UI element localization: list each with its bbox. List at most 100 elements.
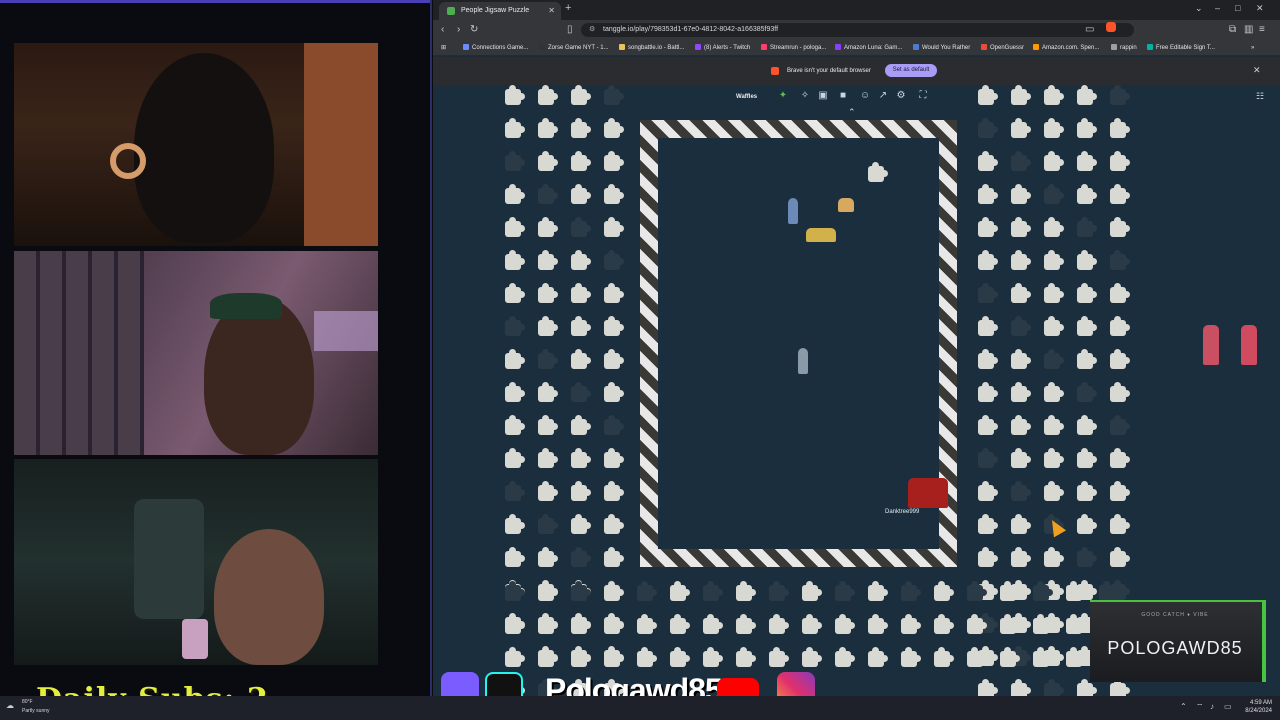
puzzle-piece[interactable] (1110, 679, 1130, 696)
puzzle-piece[interactable] (637, 614, 657, 634)
puzzle-piece[interactable] (1011, 85, 1031, 105)
puzzle-piece[interactable] (1044, 481, 1064, 501)
puzzle-piece[interactable] (978, 514, 998, 534)
puzzle-piece[interactable] (637, 581, 657, 601)
close-icon[interactable]: ✕ (548, 2, 555, 20)
puzzle-piece[interactable] (1044, 415, 1064, 435)
puzzle-piece[interactable] (802, 581, 822, 601)
players-icon[interactable]: ☺ (859, 90, 871, 102)
puzzle-piece[interactable] (1077, 250, 1097, 270)
puzzle-piece[interactable] (1077, 415, 1097, 435)
puzzle-piece[interactable] (604, 581, 624, 601)
puzzle-piece[interactable] (571, 85, 591, 105)
puzzle-piece[interactable] (1110, 85, 1130, 105)
puzzle-piece[interactable] (538, 614, 558, 634)
puzzle-piece[interactable] (1011, 481, 1031, 501)
puzzle-piece[interactable] (736, 614, 756, 634)
piece-icon[interactable]: ✦ (777, 90, 789, 102)
puzzle-piece[interactable] (978, 283, 998, 303)
puzzle-piece[interactable] (1077, 85, 1097, 105)
site-info-icon[interactable]: ⚙ (589, 23, 595, 37)
puzzle-piece[interactable] (538, 581, 558, 601)
puzzle-piece[interactable] (1044, 316, 1064, 336)
puzzle-piece[interactable] (571, 349, 591, 369)
puzzle-piece[interactable] (1110, 151, 1130, 171)
puzzle-icon[interactable]: ✧ (799, 90, 811, 102)
menu-icon[interactable]: ≡ (1259, 24, 1265, 35)
puzzle-piece[interactable] (1044, 184, 1064, 204)
puzzle-piece[interactable] (1000, 614, 1020, 634)
puzzle-piece[interactable] (538, 448, 558, 468)
puzzle-piece[interactable] (1044, 250, 1064, 270)
puzzle-piece[interactable] (604, 647, 624, 667)
photo-fragment[interactable] (1241, 325, 1257, 365)
puzzle-piece[interactable] (1011, 118, 1031, 138)
puzzle-piece[interactable] (670, 614, 690, 634)
puzzle-piece[interactable] (934, 647, 954, 667)
puzzle-piece[interactable] (538, 481, 558, 501)
puzzle-piece[interactable] (1011, 349, 1031, 369)
puzzle-piece[interactable] (571, 448, 591, 468)
puzzle-piece[interactable] (978, 217, 998, 237)
bookmark-item[interactable]: rappin (1111, 40, 1137, 56)
puzzle-piece[interactable] (1066, 614, 1086, 634)
puzzle-piece[interactable] (1110, 481, 1130, 501)
puzzle-piece[interactable] (604, 250, 624, 270)
system-clock[interactable]: 4:59 AM 8/24/2024 (1236, 699, 1272, 715)
puzzle-piece[interactable] (1044, 382, 1064, 402)
bookmark-item[interactable]: Free Editable Sign T... (1147, 40, 1215, 56)
puzzle-piece[interactable] (538, 382, 558, 402)
puzzle-piece[interactable] (604, 217, 624, 237)
weather-widget[interactable]: 80°F Partly sunny (22, 698, 50, 716)
puzzle-piece[interactable] (835, 614, 855, 634)
puzzle-piece[interactable] (538, 316, 558, 336)
puzzle-piece[interactable] (901, 581, 921, 601)
bookmark-item[interactable]: Amazon Luna: Gam... (835, 40, 902, 56)
puzzle-piece[interactable] (1044, 217, 1064, 237)
puzzle-piece[interactable] (604, 547, 624, 567)
puzzle-piece[interactable] (571, 382, 591, 402)
puzzle-piece[interactable] (1033, 647, 1053, 667)
puzzle-piece[interactable] (736, 581, 756, 601)
puzzle-piece[interactable] (1077, 481, 1097, 501)
install-icon[interactable]: ▭ (1085, 24, 1094, 35)
puzzle-piece[interactable] (604, 382, 624, 402)
puzzle-piece[interactable] (1044, 547, 1064, 567)
puzzle-piece[interactable] (868, 647, 888, 667)
tab-active[interactable]: People Jigsaw Puzzle ✕ (439, 2, 561, 20)
image-icon[interactable]: ▣ (817, 90, 829, 102)
puzzle-piece[interactable] (505, 283, 525, 303)
puzzle-piece[interactable] (1110, 250, 1130, 270)
puzzle-piece[interactable] (901, 647, 921, 667)
puzzle-piece[interactable] (1077, 382, 1097, 402)
set-default-button[interactable]: Set as default (885, 64, 937, 77)
puzzle-piece[interactable] (1110, 217, 1130, 237)
puzzle-piece[interactable] (901, 614, 921, 634)
bookmark-item[interactable]: Amazon.com. Spen... (1033, 40, 1099, 56)
puzzle-piece[interactable] (934, 614, 954, 634)
puzzle-piece[interactable] (571, 184, 591, 204)
puzzle-piece[interactable] (978, 250, 998, 270)
puzzle-piece[interactable] (1077, 118, 1097, 138)
puzzle-piece[interactable] (978, 151, 998, 171)
puzzle-piece[interactable] (1011, 184, 1031, 204)
maximize-icon[interactable]: □ (1235, 3, 1240, 13)
share-icon[interactable]: ↗ (877, 90, 889, 102)
chevron-down-icon[interactable]: ⌄ (1195, 3, 1203, 14)
puzzle-piece[interactable] (571, 481, 591, 501)
puzzle-piece[interactable] (978, 382, 998, 402)
puzzle-piece[interactable] (978, 118, 998, 138)
puzzle-piece[interactable] (1110, 118, 1130, 138)
puzzle-piece[interactable] (1110, 349, 1130, 369)
puzzle-piece[interactable] (978, 679, 998, 696)
puzzle-piece[interactable] (1000, 581, 1020, 601)
puzzle-piece[interactable] (978, 85, 998, 105)
photo-fragment[interactable] (908, 478, 948, 508)
puzzle-piece[interactable] (505, 514, 525, 534)
close-icon[interactable]: ✕ (1253, 65, 1261, 76)
puzzle-piece[interactable] (571, 151, 591, 171)
puzzle-piece[interactable] (978, 481, 998, 501)
puzzle-piece[interactable] (571, 316, 591, 336)
puzzle-piece[interactable] (1033, 614, 1053, 634)
puzzle-piece[interactable] (703, 647, 723, 667)
